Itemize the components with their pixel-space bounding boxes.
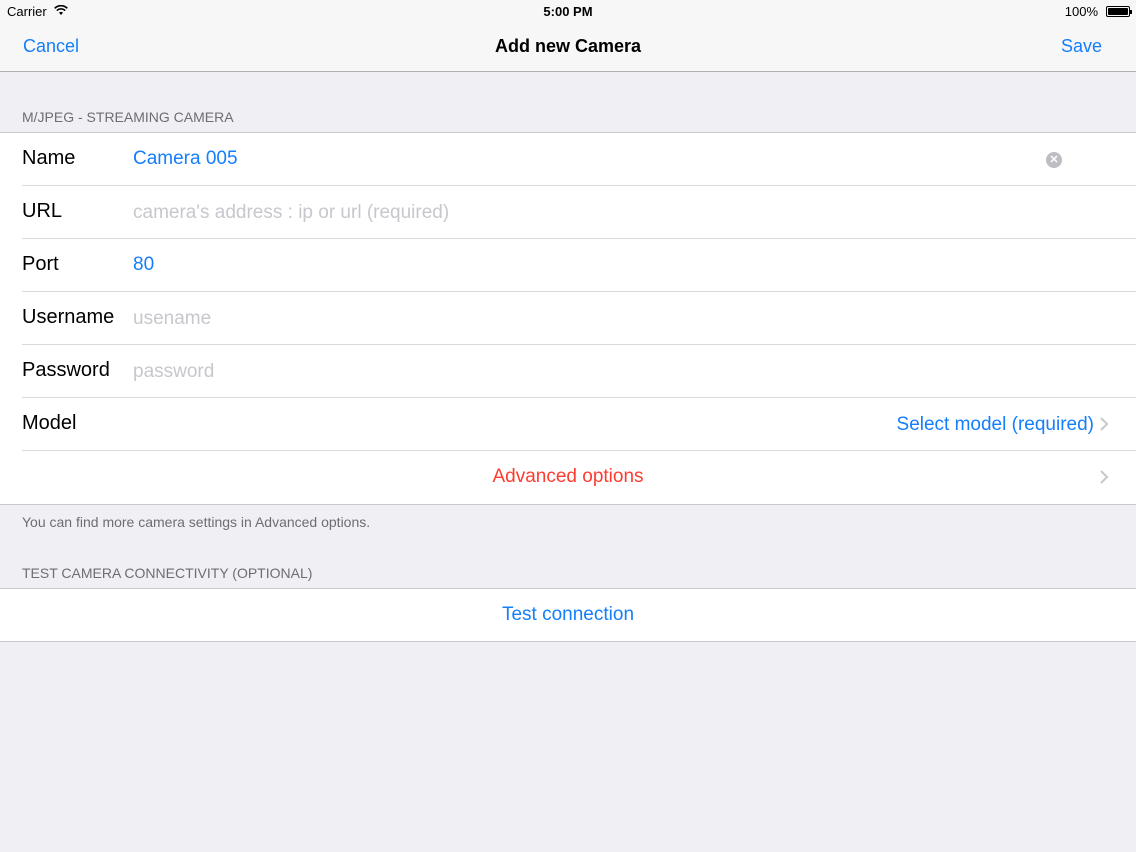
name-label: Name	[22, 147, 76, 169]
url-label: URL	[22, 200, 63, 222]
username-row[interactable]: Username usename	[22, 292, 1136, 345]
name-row[interactable]: Name Camera 005 ✕	[22, 133, 1136, 186]
port-field[interactable]: 80	[133, 254, 154, 276]
chevron-right-icon	[1094, 467, 1114, 487]
section-header-streaming-camera: M/JPEG - STREAMING CAMERA	[22, 109, 234, 125]
select-model-value[interactable]: Select model (required)	[897, 414, 1094, 436]
port-label: Port	[22, 253, 59, 275]
section-header-test-connectivity: TEST CAMERA CONNECTIVITY (OPTIONAL)	[22, 565, 313, 581]
section-footer-note: You can find more camera settings in Adv…	[22, 514, 371, 530]
advanced-options-row[interactable]: Advanced options	[22, 451, 1136, 504]
camera-settings-group: Name Camera 005 ✕ URL camera's address :…	[0, 132, 1136, 505]
password-row[interactable]: Password password	[22, 345, 1136, 398]
url-row[interactable]: URL camera's address : ip or url (requir…	[22, 186, 1136, 239]
password-field[interactable]: password	[133, 361, 214, 383]
username-field[interactable]: usename	[133, 308, 211, 330]
test-connection-button[interactable]: Test connection	[0, 604, 1136, 626]
chevron-right-icon	[1094, 414, 1114, 434]
model-label: Model	[22, 412, 77, 434]
test-connection-row[interactable]: Test connection	[0, 589, 1136, 641]
name-field[interactable]: Camera 005	[133, 148, 238, 170]
advanced-options-label: Advanced options	[492, 466, 644, 487]
port-row[interactable]: Port 80	[22, 239, 1136, 292]
status-time: 5:00 PM	[543, 4, 593, 19]
save-button[interactable]: Save	[1061, 36, 1102, 57]
test-connectivity-group: Test connection	[0, 588, 1136, 642]
cancel-button[interactable]: Cancel	[23, 36, 79, 57]
status-bar: Carrier 5:00 PM 100%	[0, 0, 1136, 22]
page-title: Add new Camera	[494, 36, 642, 56]
password-label: Password	[22, 359, 110, 381]
battery-percentage: 100%	[1064, 4, 1098, 19]
model-row[interactable]: Model Select model (required)	[22, 398, 1136, 451]
username-label: Username	[22, 306, 115, 328]
navigation-bar: Cancel Add new Camera Save	[0, 22, 1136, 72]
battery-icon	[1106, 6, 1132, 17]
url-field[interactable]: camera's address : ip or url (required)	[133, 202, 449, 224]
clear-icon[interactable]: ✕	[1046, 152, 1062, 168]
